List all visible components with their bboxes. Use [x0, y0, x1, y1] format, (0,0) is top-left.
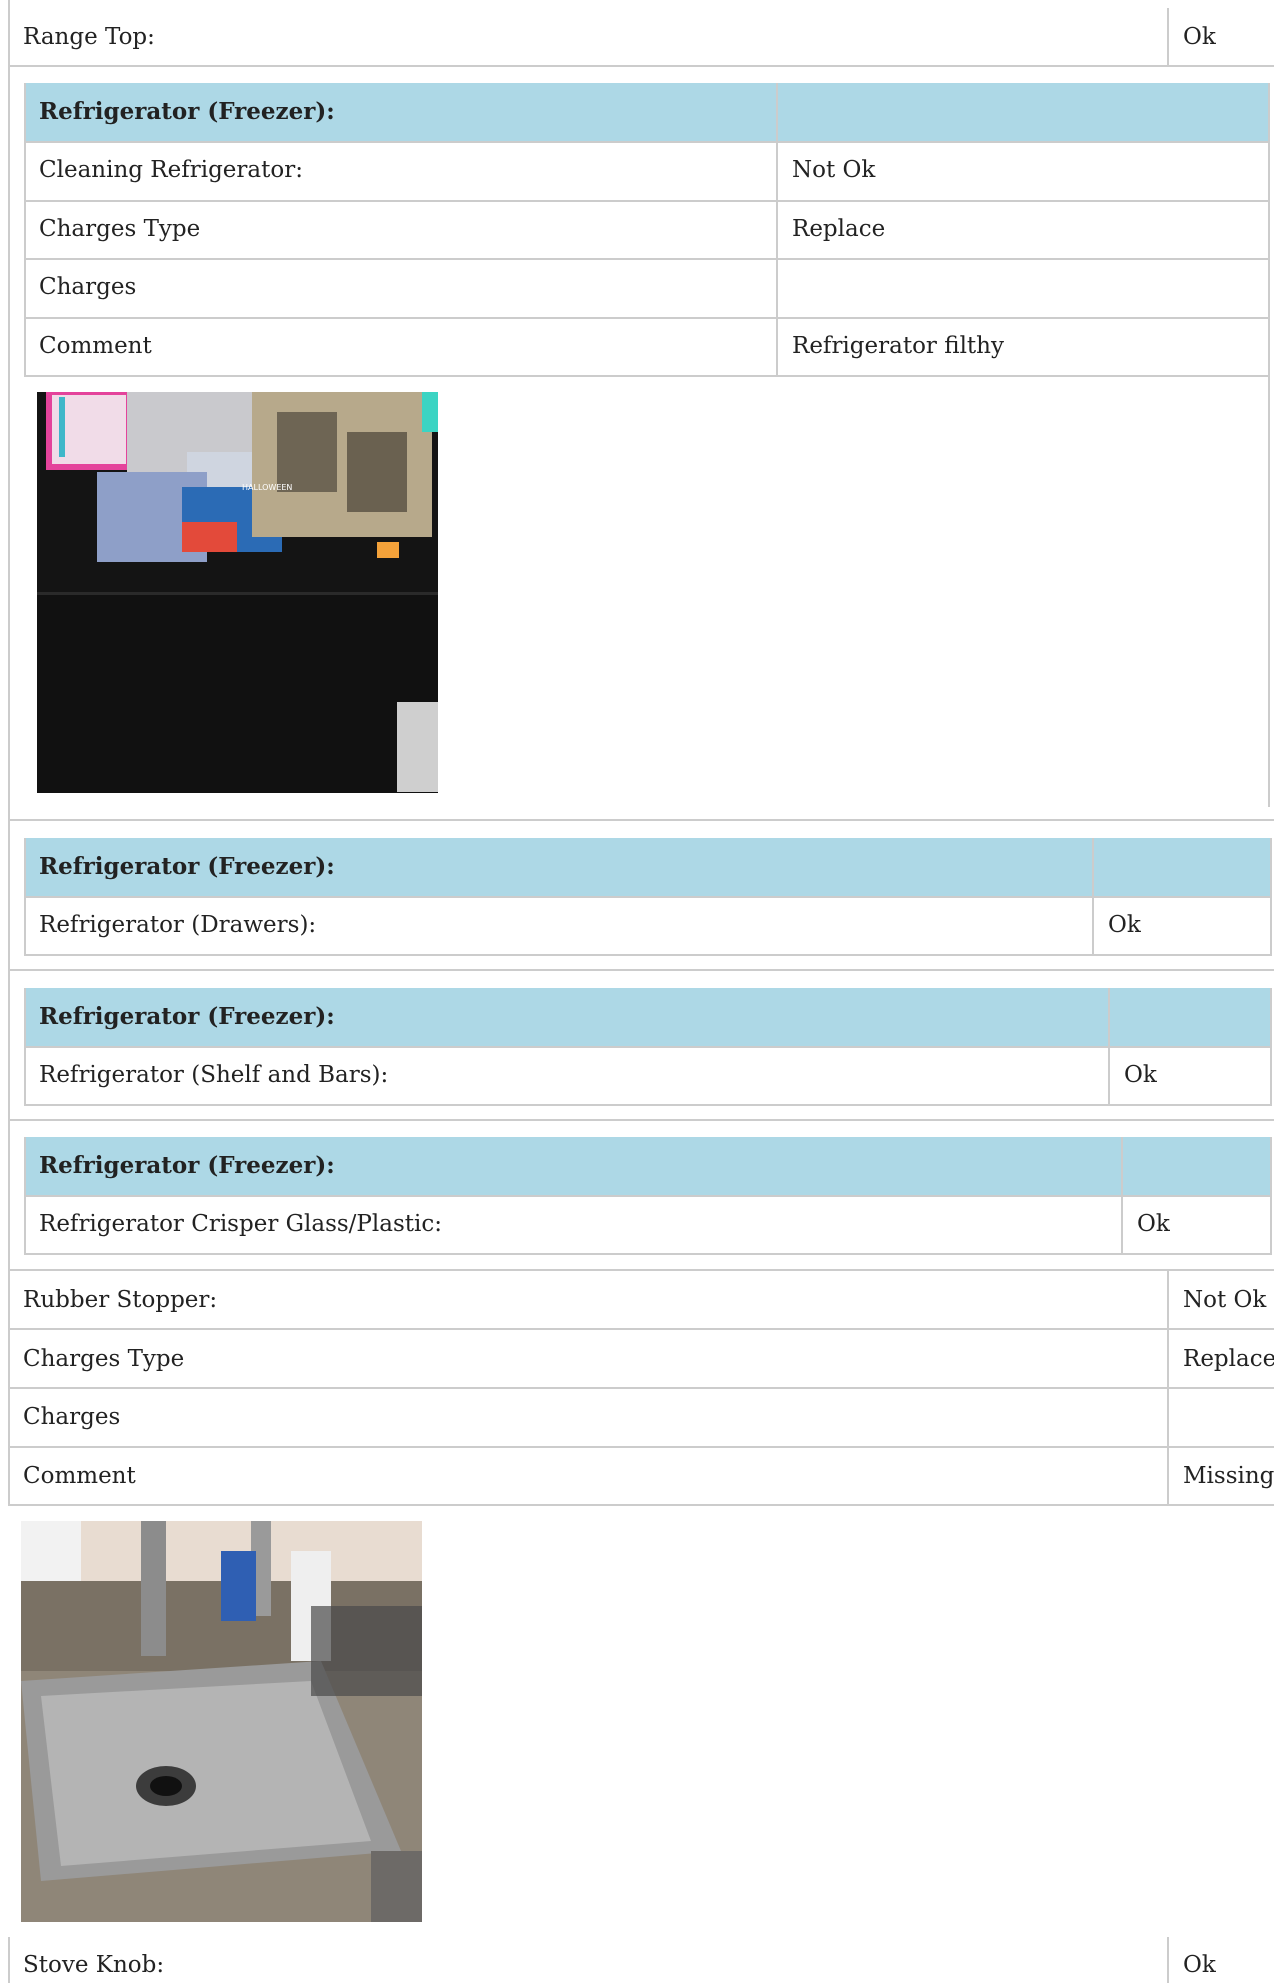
table-border	[24, 1195, 1272, 1197]
table-border	[8, 0, 10, 66]
inspection-report: Range Top: Ok Refrigerator (Freezer): Cl…	[0, 0, 1274, 1983]
table-border	[8, 1269, 1274, 1271]
section-header-title: Refrigerator (Freezer):	[39, 1152, 335, 1179]
charges-type-value: Replace	[792, 216, 886, 242]
table-border	[24, 954, 1272, 956]
charges-label: Charges	[23, 1404, 121, 1430]
table-border	[8, 819, 1274, 821]
refrigerator-photo-art: HALLOWEEN	[37, 392, 438, 793]
rubber-stopper-value: Not Ok	[1183, 1287, 1267, 1313]
sink-photo	[21, 1521, 422, 1922]
charges-type-value: Replace	[1183, 1346, 1274, 1372]
table-border	[24, 896, 1272, 898]
stove-knob-value: Ok	[1183, 1952, 1216, 1978]
table-border	[24, 1046, 1272, 1048]
cleaning-refrigerator-value: Not Ok	[792, 157, 876, 183]
charges-label: Charges	[39, 274, 137, 300]
table-border	[24, 317, 1268, 319]
halloween-card-text: HALLOWEEN	[242, 483, 292, 492]
table-border	[8, 1328, 1274, 1330]
charges-type-label: Charges Type	[39, 216, 201, 242]
table-border	[1268, 377, 1270, 807]
comment-value: Refrigerator filthy	[792, 333, 1004, 359]
table-border	[8, 1387, 1274, 1389]
crisper-label: Refrigerator Crisper Glass/Plastic:	[39, 1211, 442, 1237]
table-border	[8, 1446, 1274, 1448]
table-border	[24, 375, 1268, 377]
crisper-value: Ok	[1137, 1211, 1170, 1237]
table-border	[776, 83, 778, 377]
drawers-label: Refrigerator (Drawers):	[39, 912, 317, 938]
drawers-value: Ok	[1108, 912, 1141, 938]
table-border	[8, 969, 1274, 971]
rubber-stopper-label: Rubber Stopper:	[23, 1287, 218, 1313]
table-border	[24, 1253, 1272, 1255]
comment-label: Comment	[23, 1463, 136, 1489]
table-border	[1167, 1937, 1169, 1983]
table-border	[8, 1504, 1274, 1506]
table-border	[24, 141, 1268, 143]
shelf-bars-value: Ok	[1124, 1062, 1157, 1088]
sink-photo-art	[21, 1521, 422, 1922]
table-border	[8, 1937, 10, 1983]
table-border	[8, 970, 10, 1120]
range-top-label: Range Top:	[23, 24, 155, 50]
table-border	[1268, 83, 1270, 377]
charges-type-label: Charges Type	[23, 1346, 185, 1372]
section-header-title: Refrigerator (Freezer):	[39, 1003, 335, 1030]
range-top-value: Ok	[1183, 24, 1216, 50]
stove-knob-label: Stove Knob:	[23, 1952, 165, 1978]
comment-value: Missing	[1183, 1463, 1274, 1489]
cleaning-refrigerator-label: Cleaning Refrigerator:	[39, 157, 303, 183]
shelf-bars-label: Refrigerator (Shelf and Bars):	[39, 1062, 389, 1088]
table-border	[8, 1119, 1274, 1121]
section-header-title: Refrigerator (Freezer):	[39, 98, 335, 125]
table-border	[8, 820, 10, 970]
comment-label: Comment	[39, 333, 152, 359]
table-border	[24, 200, 1268, 202]
table-border	[24, 258, 1268, 260]
table-border	[24, 1104, 1272, 1106]
table-border	[8, 65, 1274, 67]
table-border	[8, 66, 10, 820]
table-border	[1167, 8, 1169, 66]
section-header-title: Refrigerator (Freezer):	[39, 853, 335, 880]
table-border	[8, 1120, 10, 1270]
refrigerator-photo: HALLOWEEN	[37, 392, 438, 793]
table-border	[24, 83, 26, 377]
